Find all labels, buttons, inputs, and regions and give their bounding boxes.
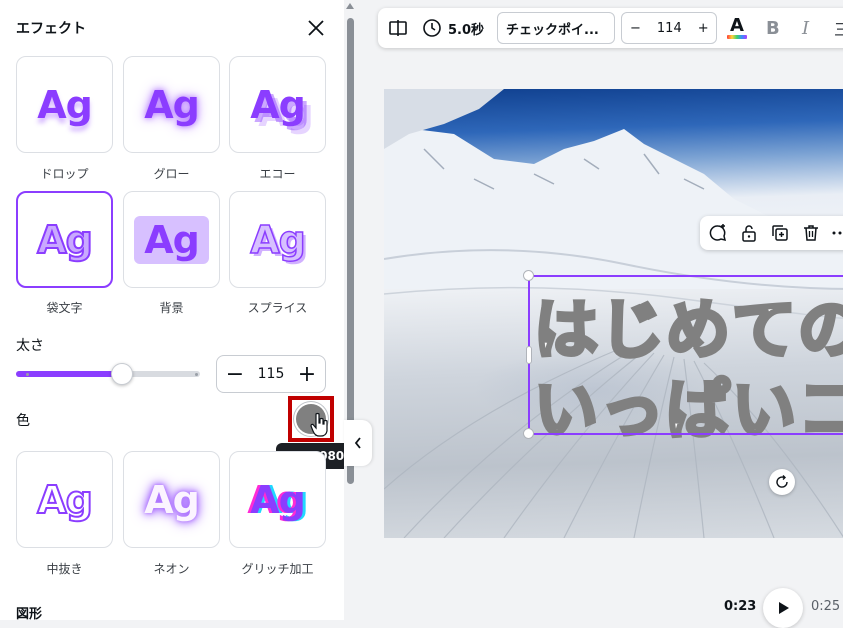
more-options-button[interactable] <box>828 221 843 245</box>
duplicate-icon <box>772 225 788 241</box>
effect-glow-label: グロー <box>153 167 190 181</box>
effect-background-tile[interactable]: Ag <box>123 191 220 288</box>
unlock-icon <box>742 225 756 242</box>
collapse-panel-button[interactable] <box>344 420 372 466</box>
split-icon <box>389 20 407 36</box>
effect-neon-tile[interactable]: Ag <box>123 451 220 548</box>
close-button[interactable] <box>304 16 328 40</box>
duration-button[interactable]: 5.0秒 <box>422 8 484 48</box>
effect-drop-tile[interactable]: Ag <box>16 56 113 153</box>
font-size-decrease-button[interactable]: − <box>622 21 649 36</box>
effect-glitch-label: グリッチ加工 <box>241 562 314 576</box>
effect-hollow-tile[interactable]: Ag <box>16 451 113 548</box>
play-button[interactable] <box>763 588 803 628</box>
font-size-value[interactable]: 114 <box>649 21 690 36</box>
effect-outline-tile[interactable]: Ag <box>16 191 113 288</box>
effect-splice-label: スプライス <box>247 301 308 315</box>
text-color-glyph: A <box>730 15 744 36</box>
delete-button[interactable] <box>799 221 823 245</box>
clock-icon <box>423 19 441 37</box>
shapes-heading: 図形 <box>16 607 43 620</box>
comment-add-icon <box>709 224 727 242</box>
hand-cursor-icon <box>310 412 328 437</box>
effect-glow-tile[interactable]: Ag <box>123 56 220 153</box>
thickness-increase-button[interactable]: + <box>289 356 325 392</box>
current-time: 0:23 <box>724 599 757 614</box>
slider-min-dot <box>26 373 29 376</box>
scroll-up-arrow[interactable] <box>346 3 354 9</box>
duration-value: 5.0秒 <box>448 22 485 38</box>
effect-splice-sample: Ag <box>249 217 306 263</box>
thickness-label: 太さ <box>16 338 44 354</box>
effect-background-sample: Ag <box>134 215 209 264</box>
effect-drop-label: ドロップ <box>40 167 89 181</box>
effect-glitch-sample: Ag <box>250 477 306 522</box>
top-toolbar: 5.0秒 チェックポイ... − 114 + A B I 三 <box>378 8 843 48</box>
effect-drop-sample: Ag <box>37 82 93 127</box>
font-size-stepper: − 114 + <box>621 12 717 44</box>
thickness-slider-thumb[interactable] <box>110 363 133 385</box>
alignment-button[interactable]: 三 <box>834 8 843 48</box>
text-selection-box[interactable] <box>528 275 843 435</box>
thickness-slider-fill <box>16 371 121 377</box>
split-button[interactable] <box>388 8 408 48</box>
lock-button[interactable] <box>737 221 761 245</box>
resize-handle-bottom-left[interactable] <box>523 428 534 439</box>
play-icon <box>779 602 789 614</box>
chevron-left-icon <box>354 437 361 449</box>
close-icon <box>308 20 324 36</box>
effect-splice-tile[interactable]: Ag <box>229 191 326 288</box>
bold-button[interactable]: B <box>766 8 780 48</box>
element-context-toolbar <box>700 216 843 250</box>
effect-outline-sample: Ag <box>36 217 94 263</box>
effect-background-label: 背景 <box>159 301 184 315</box>
trash-icon <box>804 225 818 241</box>
rotate-icon <box>776 475 788 488</box>
font-family-dropdown[interactable]: チェックポイ... <box>497 12 615 44</box>
effect-glow-sample: Ag <box>144 82 200 127</box>
effect-echo-tile[interactable]: Ag <box>229 56 326 153</box>
panel-scrollbar[interactable] <box>347 18 354 484</box>
text-color-button[interactable]: A <box>727 8 747 48</box>
effect-hollow-label: 中抜き <box>46 562 83 576</box>
effects-panel: エフェクト Ag ドロップ Ag グロー Ag エコー Ag 袋文字 Ag 背景… <box>0 0 344 620</box>
effect-neon-sample: Ag <box>144 477 200 522</box>
effect-echo-label: エコー <box>259 167 296 181</box>
design-canvas[interactable]: はじめての いっぱいコ <box>384 89 843 538</box>
thickness-slider[interactable] <box>16 363 200 385</box>
effect-outline-label: 袋文字 <box>46 301 83 315</box>
comment-button[interactable] <box>706 221 730 245</box>
effect-hollow-sample: Ag <box>36 477 94 523</box>
thickness-decrease-button[interactable]: − <box>217 356 253 392</box>
more-dots-icon <box>832 231 842 235</box>
total-time: 0:25 <box>811 599 841 614</box>
thickness-stepper: − 115 + <box>216 355 326 393</box>
effect-glitch-tile[interactable]: Ag <box>229 451 326 548</box>
effect-echo-sample: Ag <box>250 82 306 127</box>
rainbow-bar-icon <box>727 35 747 39</box>
slider-max-dot <box>195 373 198 376</box>
resize-handle-top-left[interactable] <box>523 270 534 281</box>
rotate-button[interactable] <box>769 469 795 495</box>
thickness-value[interactable]: 115 <box>258 366 285 382</box>
panel-title: エフェクト <box>16 21 86 37</box>
effect-neon-label: ネオン <box>153 562 190 576</box>
duplicate-button[interactable] <box>768 221 792 245</box>
font-size-increase-button[interactable]: + <box>690 21 717 36</box>
color-label: 色 <box>16 413 30 429</box>
italic-button[interactable]: I <box>802 8 809 48</box>
resize-handle-left[interactable] <box>526 346 532 364</box>
